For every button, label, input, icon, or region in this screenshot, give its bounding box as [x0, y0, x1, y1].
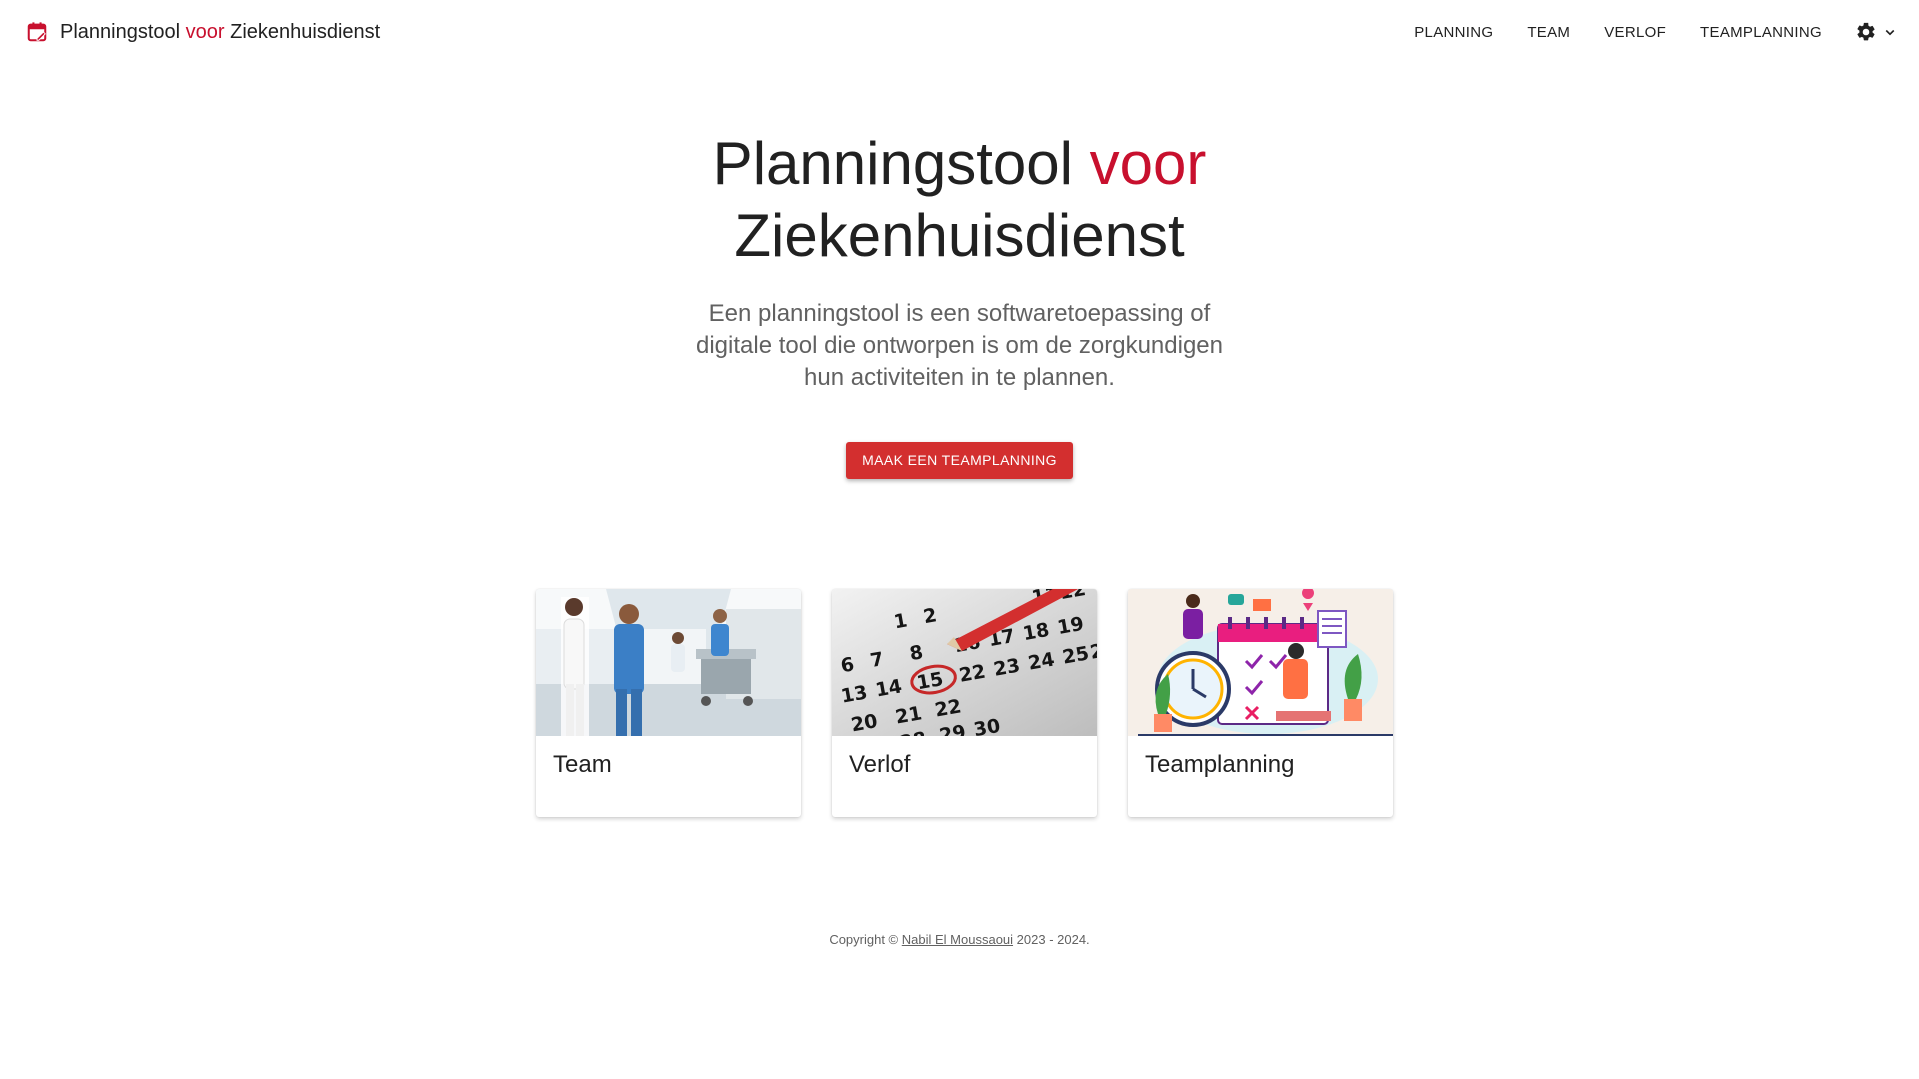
hero-title-part3: Ziekenhuisdienst: [734, 202, 1185, 269]
brand-title-accent: voor: [185, 21, 225, 43]
card-teamplanning-title: Teamplanning: [1145, 751, 1295, 778]
main-nav: PLANNING TEAM VERLOF TEAMPLANNING: [1397, 0, 1919, 64]
nav-team[interactable]: TEAM: [1510, 24, 1587, 41]
hero-title-accent: voor: [1089, 130, 1207, 197]
chevron-down-icon: [1885, 29, 1895, 36]
nav-verlof[interactable]: VERLOF: [1587, 24, 1683, 41]
author-link[interactable]: Nabil El Moussaoui: [902, 932, 1013, 947]
hero-title-part1: Planningstool: [712, 130, 1090, 197]
brand-title: Planningstool voor Ziekenhuisdienst: [60, 18, 380, 46]
card-verlof[interactable]: 121112 678 16171819 131415 2223242526 20…: [832, 589, 1097, 817]
svg-text:19: 19: [1056, 613, 1086, 639]
brand-title-part3: Ziekenhuisdienst: [224, 21, 381, 43]
svg-text:30: 30: [972, 715, 1002, 736]
copyright-suffix: 2023 - 2024.: [1013, 932, 1090, 947]
footer: Copyright © Nabil El Moussaoui 2023 - 20…: [0, 932, 1919, 947]
hospital-corridor-image: [536, 589, 801, 736]
planning-illustration: [1128, 589, 1393, 736]
svg-text:13: 13: [839, 681, 869, 707]
card-teamplanning[interactable]: Teamplanning: [1128, 589, 1393, 817]
svg-text:24: 24: [1026, 648, 1056, 674]
make-teamplanning-button[interactable]: MAAK EEN TEAMPLANNING: [846, 442, 1073, 479]
hero-title: Planningstool voor Ziekenhuisdienst: [610, 128, 1310, 272]
svg-text:22: 22: [957, 661, 987, 687]
svg-text:25: 25: [1061, 642, 1091, 668]
card-team[interactable]: Team: [536, 589, 801, 817]
brand-title-part1: Planningstool: [60, 21, 186, 43]
calendar-image: 121112 678 16171819 131415 2223242526 20…: [832, 589, 1097, 736]
gear-icon: [1857, 22, 1875, 41]
card-team-title: Team: [553, 751, 612, 778]
copyright-prefix: Copyright ©: [829, 932, 902, 947]
nav-teamplanning[interactable]: TEAMPLANNING: [1683, 24, 1839, 41]
svg-text:18: 18: [1021, 619, 1051, 645]
feature-cards: Team 121112 678 16171819 131415 22232425…: [536, 589, 1393, 817]
nav-planning[interactable]: PLANNING: [1397, 24, 1510, 41]
svg-text:23: 23: [992, 655, 1022, 681]
svg-text:20: 20: [849, 710, 879, 736]
brand[interactable]: Planningstool voor Ziekenhuisdienst: [26, 18, 380, 46]
calendar-edit-icon: [27, 22, 47, 42]
top-app-bar: Planningstool voor Ziekenhuisdienst PLAN…: [0, 0, 1919, 64]
svg-text:22: 22: [933, 695, 963, 721]
settings-menu-button[interactable]: [1855, 21, 1899, 43]
hero-subtitle: Een planningstool is een softwaretoepass…: [695, 300, 1223, 391]
svg-text:14: 14: [874, 675, 904, 701]
card-verlof-title: Verlof: [849, 751, 911, 778]
svg-text:21: 21: [894, 702, 924, 728]
hero-section: Planningstool voor Ziekenhuisdienst Een p…: [0, 128, 1919, 479]
